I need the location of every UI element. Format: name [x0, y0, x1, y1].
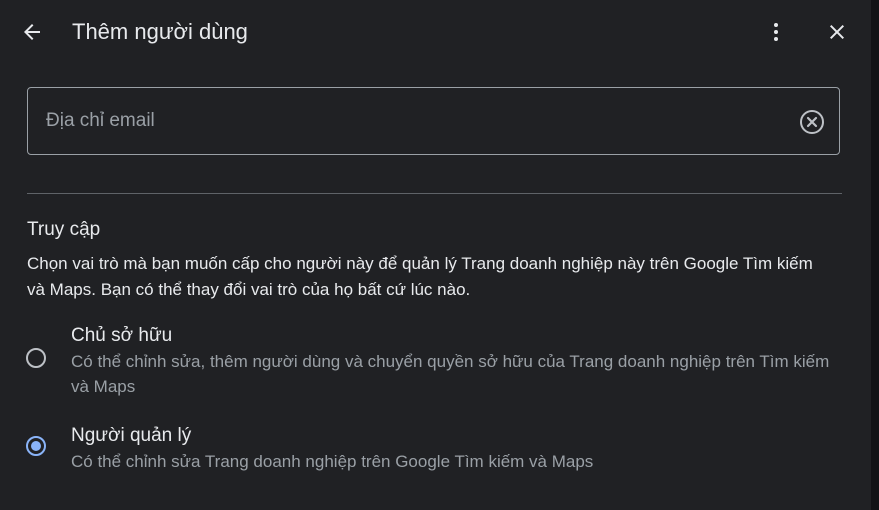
close-button[interactable]	[821, 16, 853, 48]
role-option-manager[interactable]: Người quản lý Có thể chỉnh sửa Trang doa…	[24, 422, 844, 474]
manager-radio[interactable]	[26, 436, 46, 456]
role-description-owner: Có thể chỉnh sửa, thêm người dùng và chu…	[71, 352, 830, 396]
email-input[interactable]	[46, 88, 786, 154]
access-section-title: Truy cập	[27, 219, 101, 240]
more-options-button[interactable]	[760, 16, 792, 48]
access-section-description: Chọn vai trò mà bạn muốn cấp cho người n…	[27, 254, 813, 299]
section-divider	[27, 193, 842, 194]
back-button[interactable]	[16, 16, 48, 48]
background-page-edge	[871, 0, 879, 510]
radio-selected-dot	[31, 441, 41, 451]
dialog-title: Thêm người dùng	[72, 19, 248, 44]
role-description-manager: Có thể chỉnh sửa Trang doanh nghiệp trên…	[71, 452, 594, 471]
arrow-back-icon	[24, 24, 40, 40]
role-option-owner[interactable]: Chủ sở hữu Có thể chỉnh sửa, thêm người …	[24, 322, 844, 400]
email-field	[27, 87, 840, 155]
dialog-header: Thêm người dùng	[0, 0, 871, 64]
close-icon	[830, 25, 844, 39]
role-name-owner: Chủ sở hữu	[71, 325, 173, 346]
add-user-dialog: Thêm người dùng Truy cập Chọn vai trò mà…	[0, 0, 871, 510]
clear-circle-icon	[800, 110, 824, 134]
clear-email-button[interactable]	[798, 108, 826, 136]
owner-radio[interactable]	[26, 348, 46, 368]
more-vert-icon	[774, 23, 778, 41]
role-name-manager: Người quản lý	[71, 425, 192, 446]
